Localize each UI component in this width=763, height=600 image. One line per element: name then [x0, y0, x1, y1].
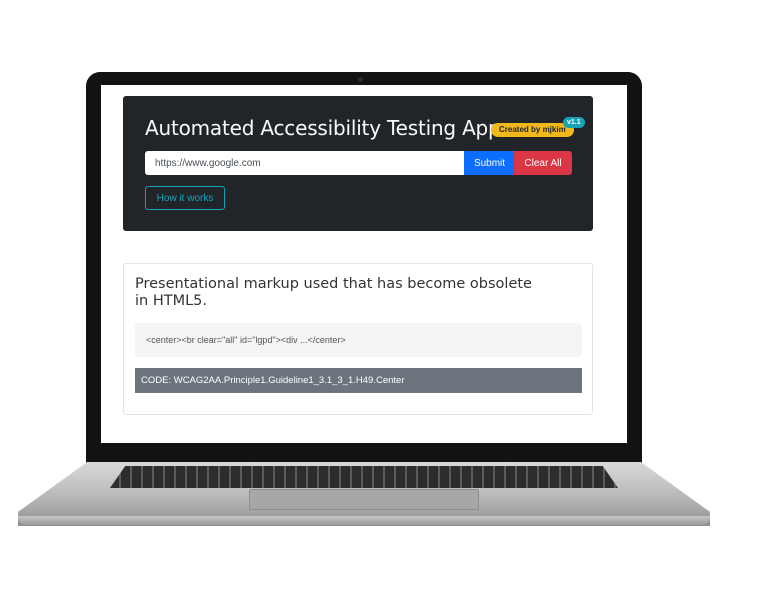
code-snippet: <center><br clear="all" id="lgpd"><div .…	[135, 323, 582, 357]
touchpad	[249, 489, 479, 510]
result-card: Presentational markup used that has beco…	[123, 263, 593, 415]
result-title: Presentational markup used that has beco…	[135, 276, 532, 309]
version-badge: v1.1	[563, 117, 585, 128]
submit-button[interactable]: Submit	[464, 151, 515, 175]
camera-icon	[358, 77, 363, 82]
page-title: Automated Accessibility Testing App	[145, 116, 501, 140]
laptop-screen: Automated Accessibility Testing App Crea…	[101, 85, 627, 443]
how-it-works-button[interactable]: How it works	[145, 186, 225, 210]
laptop-lid: Automated Accessibility Testing App Crea…	[86, 72, 642, 464]
url-input[interactable]	[145, 151, 465, 175]
app-header: Automated Accessibility Testing App Crea…	[123, 96, 593, 231]
snippet-text: <center><br clear="all" id="lgpd"><div .…	[146, 335, 346, 345]
keyboard	[110, 466, 618, 488]
rule-code-bar: CODE: WCAG2AA.Principle1.Guideline1_3.1_…	[135, 368, 582, 393]
clear-all-button[interactable]: Clear All	[514, 151, 572, 175]
laptop-base-edge	[18, 516, 710, 525]
rule-code-text: CODE: WCAG2AA.Principle1.Guideline1_3.1_…	[141, 375, 405, 386]
creator-badge: Created by mjkim	[491, 123, 574, 137]
